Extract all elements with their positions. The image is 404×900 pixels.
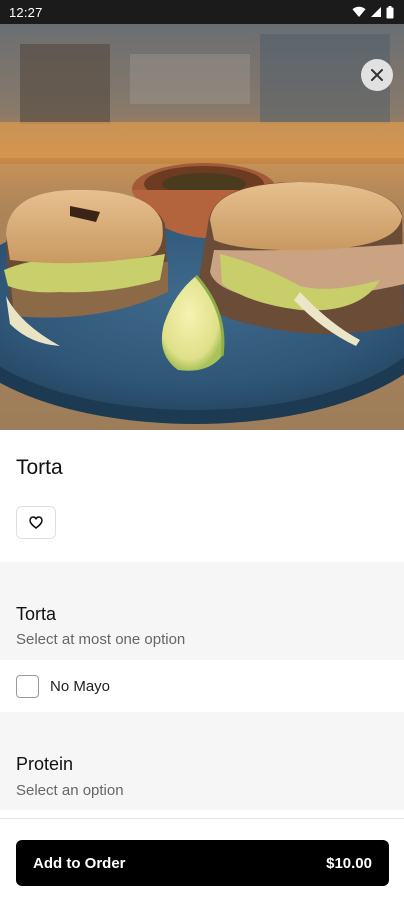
item-title-section: Torta	[0, 430, 404, 562]
option-no-mayo[interactable]: No Mayo	[0, 660, 404, 712]
wifi-icon	[352, 6, 366, 17]
torta-photo-icon	[0, 24, 404, 430]
order-price: $10.00	[326, 854, 372, 872]
item-image	[0, 24, 404, 430]
option-group-subtitle: Select an option	[16, 782, 124, 799]
status-bar: 12:27	[0, 0, 404, 24]
option-group-title: Torta	[16, 604, 57, 624]
status-icons	[352, 5, 394, 19]
item-title: Torta	[16, 456, 63, 479]
add-to-order-label: Add to Order	[33, 854, 126, 872]
no-mayo-checkbox[interactable]	[16, 674, 39, 698]
option-group-title: Protein	[16, 754, 74, 774]
option-group-header: Protein Select an option	[0, 712, 404, 810]
option-label: No Mayo	[50, 677, 111, 695]
bottom-action-bar: Add to Order $10.00	[0, 818, 404, 900]
option-group-subtitle: Select at most one option	[16, 631, 186, 648]
status-time: 12:27	[9, 4, 43, 20]
favorite-button[interactable]	[16, 506, 56, 539]
heart-icon	[29, 516, 43, 529]
option-group-header: Torta Select at most one option	[0, 562, 404, 660]
signal-icon	[371, 7, 381, 17]
close-icon	[371, 69, 383, 81]
battery-icon	[386, 5, 394, 18]
close-button[interactable]	[361, 59, 393, 91]
add-to-order-button[interactable]: Add to Order $10.00	[16, 840, 389, 886]
